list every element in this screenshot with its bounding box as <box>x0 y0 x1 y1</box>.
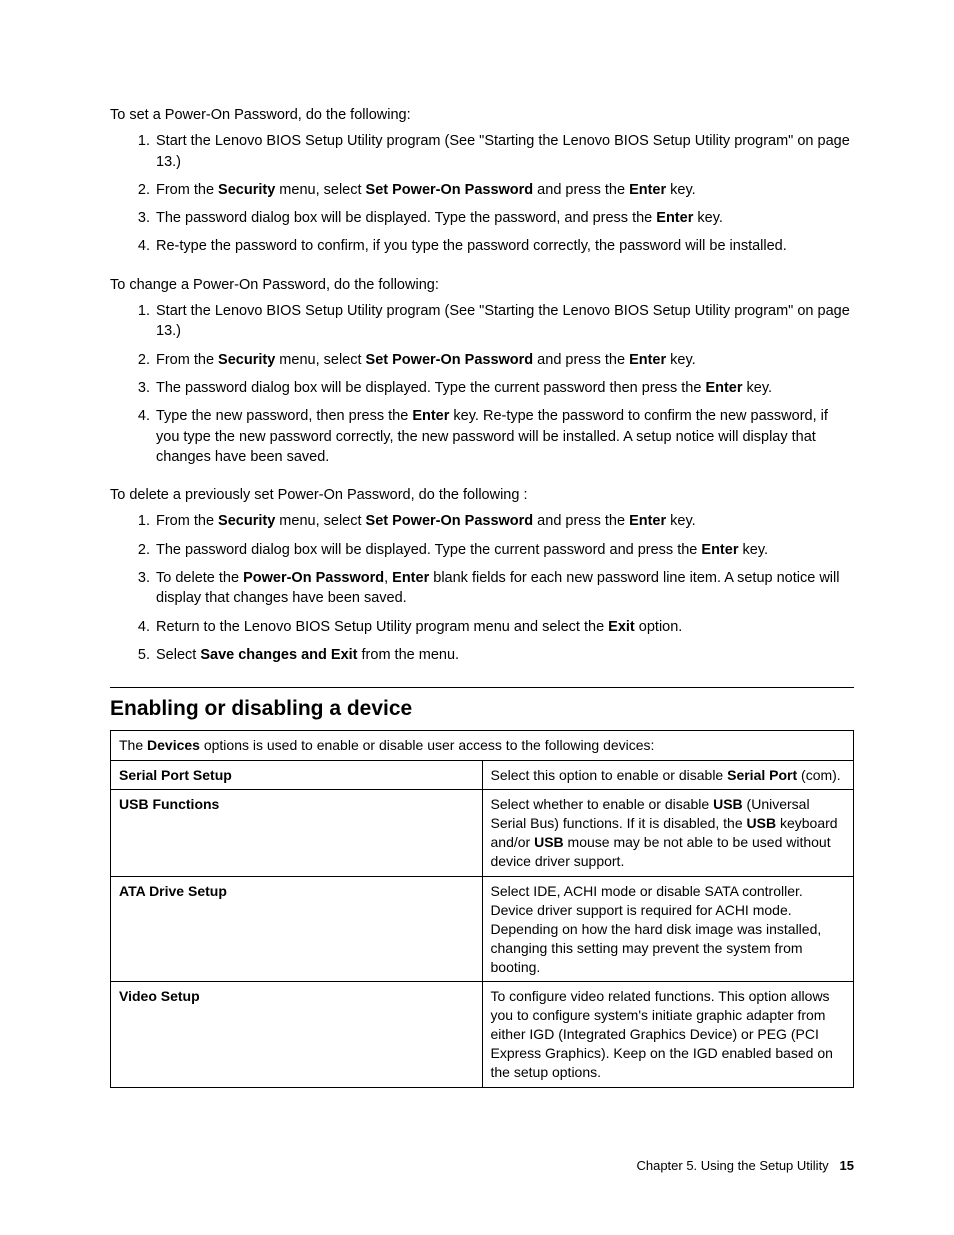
list-item: Select Save changes and Exit from the me… <box>154 645 854 665</box>
section1-list: Start the Lenovo BIOS Setup Utility prog… <box>110 131 854 256</box>
section3-list: From the Security menu, select Set Power… <box>110 511 854 665</box>
section-heading: Enabling or disabling a device <box>110 687 854 723</box>
list-item: Type the new password, then press the En… <box>154 406 854 467</box>
list-item: The password dialog box will be displaye… <box>154 378 854 398</box>
table-cell: Select IDE, ACHI mode or disable SATA co… <box>482 876 854 981</box>
table-row: Video Setup To configure video related f… <box>111 982 854 1087</box>
table-cell: Select whether to enable or disable USB … <box>482 790 854 877</box>
section3-intro: To delete a previously set Power-On Pass… <box>110 485 854 505</box>
list-item: Start the Lenovo BIOS Setup Utility prog… <box>154 301 854 342</box>
list-item: To delete the Power-On Password, Enter b… <box>154 568 854 609</box>
table-row: USB Functions Select whether to enable o… <box>111 790 854 877</box>
list-item: The password dialog box will be displaye… <box>154 540 854 560</box>
list-item: Start the Lenovo BIOS Setup Utility prog… <box>154 131 854 172</box>
table-row: Serial Port Setup Select this option to … <box>111 760 854 790</box>
list-item: From the Security menu, select Set Power… <box>154 350 854 370</box>
table-header: The Devices options is used to enable or… <box>111 730 854 760</box>
list-item: Re-type the password to confirm, if you … <box>154 236 854 256</box>
list-item: The password dialog box will be displaye… <box>154 208 854 228</box>
table-cell: Select this option to enable or disable … <box>482 760 854 790</box>
table-cell: To configure video related functions. Th… <box>482 982 854 1087</box>
list-item: From the Security menu, select Set Power… <box>154 180 854 200</box>
devices-table: The Devices options is used to enable or… <box>110 730 854 1088</box>
page-footer: Chapter 5. Using the Setup Utility 15 <box>636 1157 854 1175</box>
document-page: To set a Power-On Password, do the follo… <box>0 0 954 1235</box>
list-item: From the Security menu, select Set Power… <box>154 511 854 531</box>
section2-intro: To change a Power-On Password, do the fo… <box>110 275 854 295</box>
list-item: Return to the Lenovo BIOS Setup Utility … <box>154 617 854 637</box>
section1-intro: To set a Power-On Password, do the follo… <box>110 105 854 125</box>
section2-list: Start the Lenovo BIOS Setup Utility prog… <box>110 301 854 467</box>
table-row: ATA Drive Setup Select IDE, ACHI mode or… <box>111 876 854 981</box>
